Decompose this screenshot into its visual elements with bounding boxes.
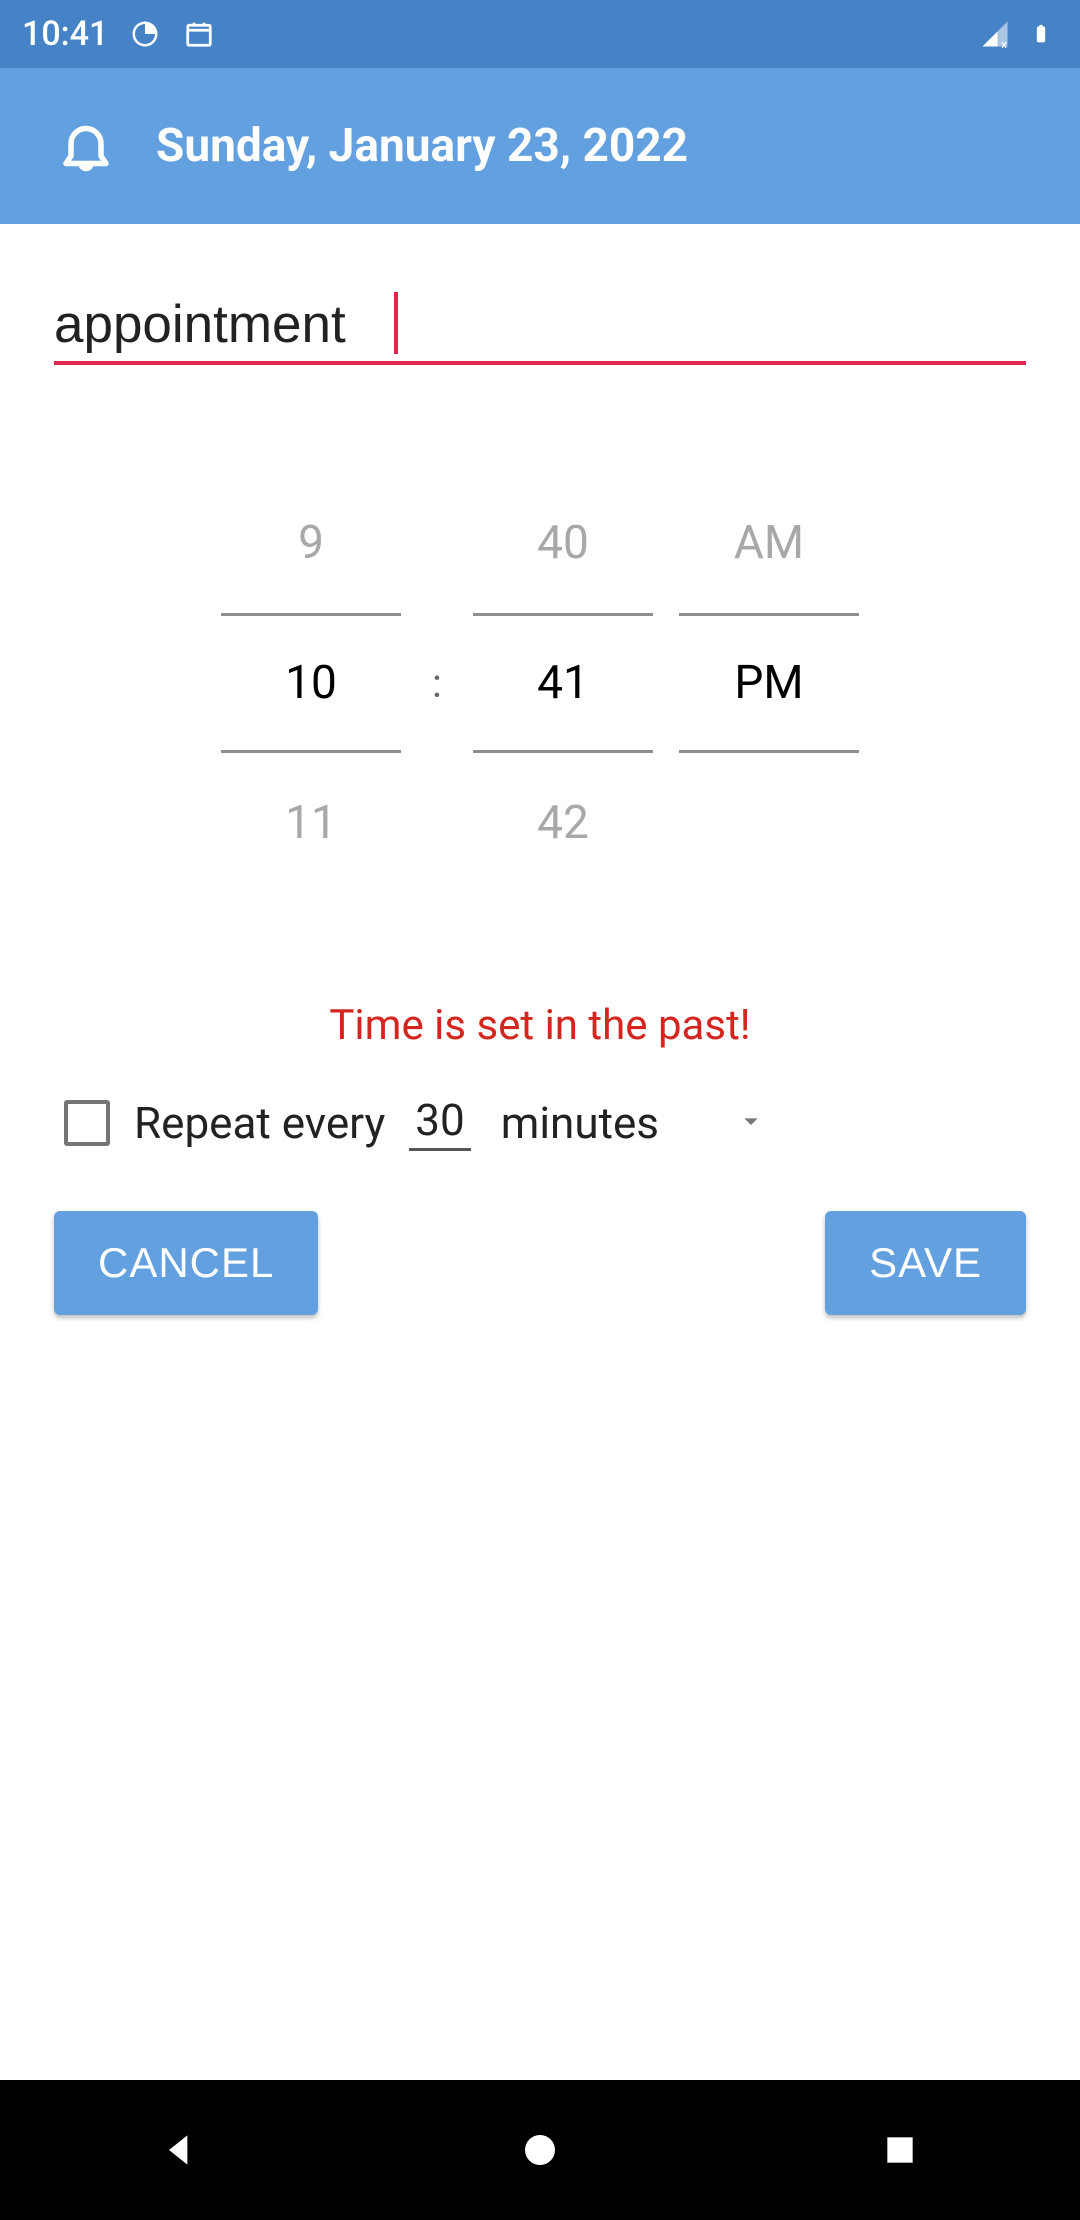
bell-icon	[56, 116, 116, 176]
warning-text: Time is set in the past!	[54, 1001, 1026, 1050]
hour-next: 11	[221, 753, 401, 893]
hour-selected[interactable]: 10	[221, 613, 401, 753]
nav-recent-icon[interactable]	[870, 2120, 930, 2180]
repeat-unit-select[interactable]: minutes	[501, 1097, 659, 1149]
nav-back-icon[interactable]	[150, 2120, 210, 2180]
time-picker: 9 10 11 : 40 41 42 AM PM	[54, 473, 1026, 893]
system-nav-bar	[0, 2080, 1080, 2220]
minute-picker[interactable]: 40 41 42	[473, 473, 653, 893]
repeat-value-input[interactable]: 30	[409, 1094, 470, 1151]
ampm-picker[interactable]: AM PM	[679, 473, 859, 893]
pie-icon	[128, 17, 162, 51]
page-title: Sunday, January 23, 2022	[156, 119, 688, 173]
title-input-wrap[interactable]	[54, 294, 1026, 365]
hour-picker[interactable]: 9 10 11	[221, 473, 401, 893]
status-time: 10:41	[22, 14, 108, 54]
minute-prev: 40	[473, 473, 653, 613]
text-cursor	[394, 292, 398, 354]
minute-selected[interactable]: 41	[473, 613, 653, 753]
app-bar: Sunday, January 23, 2022	[0, 68, 1080, 224]
ampm-next	[679, 753, 859, 893]
hour-prev: 9	[221, 473, 401, 613]
repeat-checkbox[interactable]	[64, 1100, 110, 1146]
minute-next: 42	[473, 753, 653, 893]
signal-icon: x	[978, 17, 1012, 51]
battery-icon	[1024, 17, 1058, 51]
button-row: CANCEL SAVE	[54, 1211, 1026, 1315]
save-button[interactable]: SAVE	[825, 1211, 1026, 1315]
repeat-row: Repeat every 30 minutes	[54, 1094, 1026, 1151]
status-bar: 10:41 x	[0, 0, 1080, 68]
calendar-icon	[182, 17, 216, 51]
time-colon: :	[427, 660, 447, 707]
cancel-button[interactable]: CANCEL	[54, 1211, 318, 1315]
svg-text:x: x	[1001, 38, 1007, 49]
repeat-label: Repeat every	[134, 1097, 385, 1149]
nav-home-icon[interactable]	[510, 2120, 570, 2180]
chevron-down-icon[interactable]	[735, 1105, 767, 1141]
title-input[interactable]	[54, 294, 1026, 355]
ampm-selected[interactable]: PM	[679, 613, 859, 753]
ampm-prev: AM	[679, 473, 859, 613]
